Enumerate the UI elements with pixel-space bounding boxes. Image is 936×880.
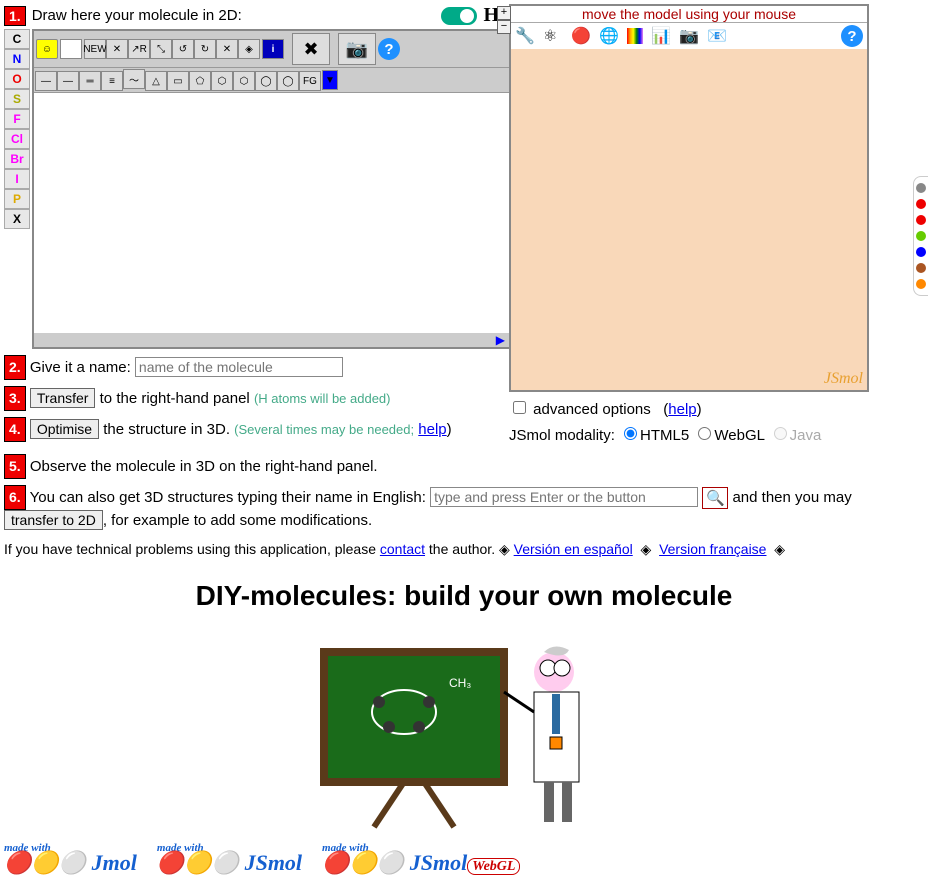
step-3-hint: (H atoms will be added) (254, 391, 391, 406)
scrollbar[interactable]: ▶ (34, 333, 509, 347)
tool-box[interactable] (60, 39, 82, 59)
element-Cl[interactable]: Cl (4, 129, 30, 149)
modality-java[interactable] (774, 427, 787, 440)
tool2-9[interactable]: ⬡ (233, 71, 255, 91)
jsmol-zoom-in[interactable]: + (497, 6, 511, 20)
color-dot[interactable] (916, 199, 926, 209)
step-1-num: 1. (4, 6, 26, 26)
tool2-0[interactable]: — (35, 71, 57, 91)
tool1-4[interactable]: ↺ (172, 39, 194, 59)
step-2-text: Give it a name: (30, 359, 131, 376)
tool2-2[interactable]: ═ (79, 71, 101, 91)
jsmol-brand: JSmol (824, 370, 863, 388)
tool2-1[interactable]: — (57, 71, 79, 91)
eraser-button[interactable]: ✖ (292, 33, 330, 65)
spanish-link[interactable]: Versión en español (514, 541, 633, 557)
tool2-3[interactable]: ≡ (101, 71, 123, 91)
tool1-3[interactable]: ⤡ (150, 39, 172, 59)
step-1-text: Draw here your molecule in 2D: (32, 7, 242, 24)
step-3-num: 3. (4, 386, 26, 411)
smiley-icon[interactable]: ☺ (36, 39, 58, 59)
element-X[interactable]: X (4, 209, 30, 229)
tool2-12[interactable]: FG (299, 71, 321, 91)
tool2-8[interactable]: ⬡ (211, 71, 233, 91)
2d-editor: ☺ NEW✕↗R⤡↺↻✕◈ i ✖ 📷 ? ——═≡〜△▭⬠⬡⬡◯◯FG ▼ ▶… (32, 29, 511, 349)
tool1-6[interactable]: ✕ (216, 39, 238, 59)
name-input[interactable] (135, 357, 343, 377)
illustration: CH₃ (4, 632, 924, 832)
logos: made with🔴🟡⚪ Jmol made with🔴🟡⚪ JSmol made … (4, 842, 924, 876)
step-4-text: the structure in 3D. (103, 421, 230, 438)
element-C[interactable]: C (4, 29, 30, 49)
step-6-num: 6. (4, 485, 26, 510)
optimise-button[interactable]: Optimise (30, 419, 99, 439)
modality-webgl[interactable] (698, 427, 711, 440)
color-dot[interactable] (916, 247, 926, 257)
step-5-text: Observe the molecule in 3D on the right-… (30, 458, 378, 475)
step-6-text1: You can also get 3D structures typing th… (30, 489, 426, 506)
camera-button[interactable]: 📷 (338, 33, 376, 65)
toolbar-2: ——═≡〜△▭⬠⬡⬡◯◯FG ▼ (34, 68, 509, 93)
color-dot[interactable] (916, 183, 926, 193)
element-F[interactable]: F (4, 109, 30, 129)
h-toggle[interactable] (441, 7, 477, 25)
modality-label: JSmol modality: (509, 427, 615, 444)
play-icon[interactable]: ▶ (492, 333, 509, 347)
triangle-button[interactable]: ▼ (322, 70, 338, 90)
tool1-7[interactable]: ◈ (238, 39, 260, 59)
step-3-text: to the right-hand panel (100, 390, 250, 407)
element-P[interactable]: P (4, 189, 30, 209)
color-dot[interactable] (916, 231, 926, 241)
color-dot[interactable] (916, 263, 926, 273)
tool1-0[interactable]: NEW (84, 39, 106, 59)
page-title: DIY-molecules: build your own molecule (4, 580, 924, 612)
transfer-2d-button[interactable]: transfer to 2D (4, 510, 103, 530)
contact-link[interactable]: contact (380, 541, 425, 557)
advanced-label: advanced options (533, 401, 651, 418)
name-search-input[interactable] (430, 487, 698, 507)
logo-1[interactable]: made with🔴🟡⚪ JSmol (157, 842, 302, 876)
color-dot[interactable] (916, 279, 926, 289)
logo-0[interactable]: made with🔴🟡⚪ Jmol (4, 842, 137, 876)
jsmol-panel[interactable]: + − move the model using your mouse 🔧 ⚛ … (509, 4, 869, 392)
jsmol-zoom-out[interactable]: − (497, 20, 511, 34)
french-link[interactable]: Version française (659, 541, 766, 557)
color-strip (913, 176, 928, 296)
search-go-button[interactable]: 🔍 (702, 487, 728, 509)
element-S[interactable]: S (4, 89, 30, 109)
tool2-10[interactable]: ◯ (255, 71, 277, 91)
advanced-help-link[interactable]: help (668, 401, 696, 418)
tool1-1[interactable]: ✕ (106, 39, 128, 59)
tool2-7[interactable]: ⬠ (189, 71, 211, 91)
tool2-5[interactable]: △ (145, 71, 167, 91)
tool1-2[interactable]: ↗R (128, 39, 150, 59)
logo-2[interactable]: made with🔴🟡⚪ JSmolWebGL (322, 842, 520, 876)
step-4-num: 4. (4, 417, 26, 442)
tool2-4[interactable]: 〜 (123, 69, 145, 89)
tool2-6[interactable]: ▭ (167, 71, 189, 91)
step-4-help-link[interactable]: help (418, 421, 446, 438)
tool1-5[interactable]: ↻ (194, 39, 216, 59)
advanced-checkbox[interactable] (513, 401, 526, 414)
tool2-11[interactable]: ◯ (277, 71, 299, 91)
modality-html5[interactable] (624, 427, 637, 440)
element-I[interactable]: I (4, 169, 30, 189)
element-Br[interactable]: Br (4, 149, 30, 169)
transfer-button[interactable]: Transfer (30, 388, 96, 408)
step-4-hint: (Several times may be needed; (234, 422, 414, 437)
element-O[interactable]: O (4, 69, 30, 89)
info-button[interactable]: i (262, 39, 284, 59)
step-6-text2: and then you may (732, 489, 851, 506)
step-2-num: 2. (4, 355, 26, 380)
drawing-canvas[interactable] (34, 93, 509, 333)
color-dot[interactable] (916, 215, 926, 225)
toolbar-1: ☺ NEW✕↗R⤡↺↻✕◈ i ✖ 📷 ? (34, 29, 509, 68)
element-sidebar: CNOSFClBrIPX (4, 29, 30, 229)
svg-text:CH₃: CH₃ (449, 676, 471, 690)
step-5-num: 5. (4, 454, 26, 479)
help-icon[interactable]: ? (378, 38, 400, 60)
element-N[interactable]: N (4, 49, 30, 69)
